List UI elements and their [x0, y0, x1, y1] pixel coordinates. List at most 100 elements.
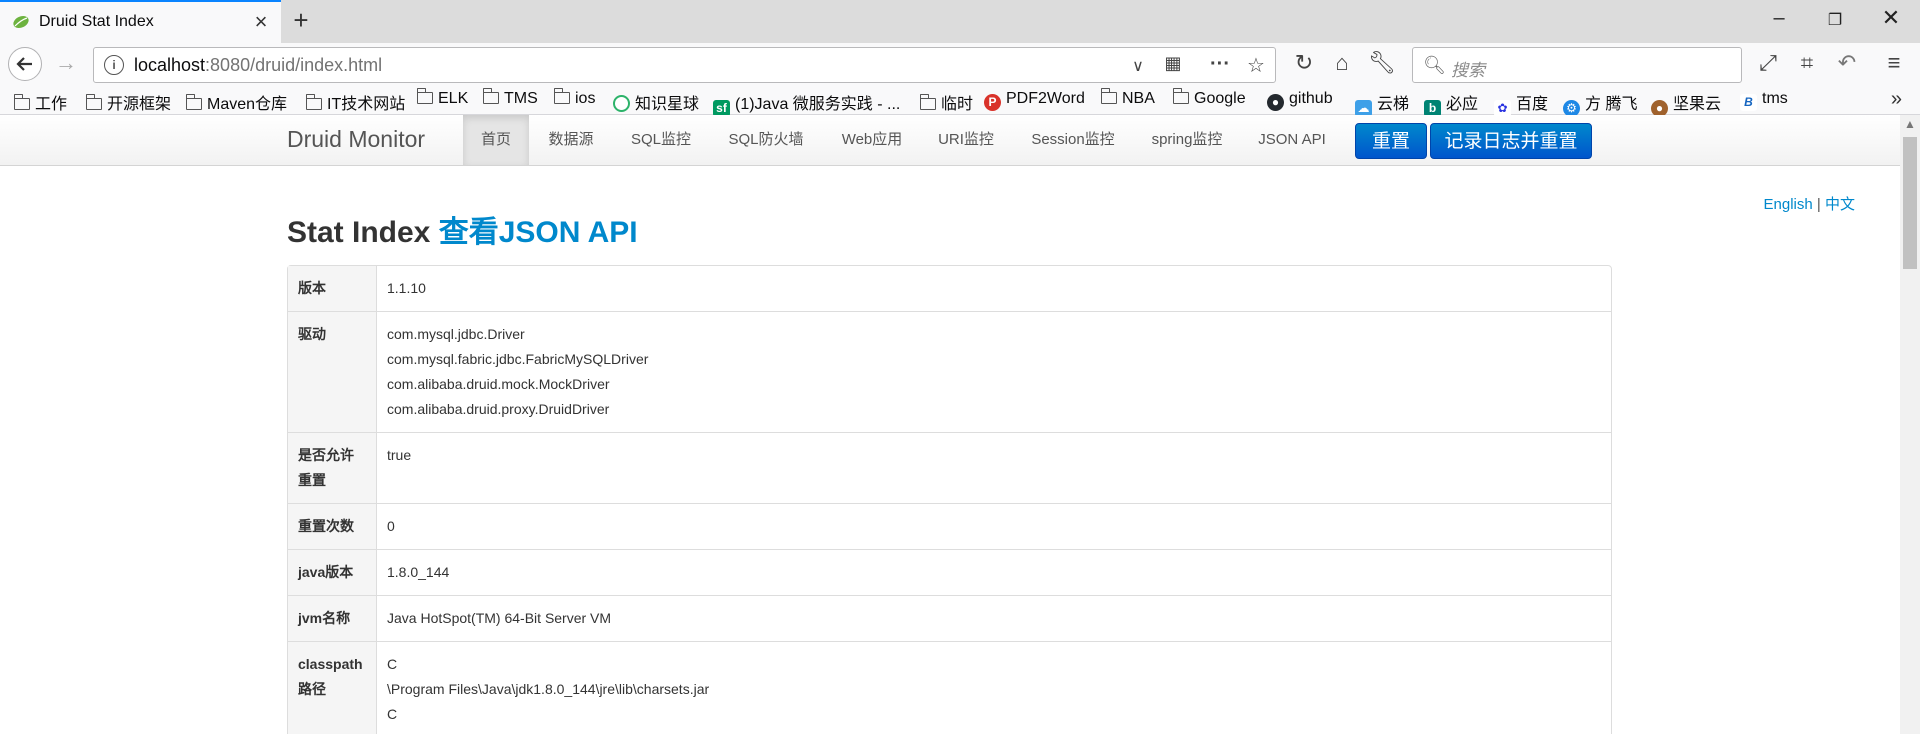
row-key: 重置次数 — [288, 503, 377, 549]
bookmark-item[interactable]: NBA — [1100, 88, 1155, 108]
table-row: 版本 1.1.10 — [288, 266, 1611, 311]
row-value: Java HotSpot(TM) 64-Bit Server VM — [377, 595, 1611, 641]
browser-tab[interactable]: Druid Stat Index × — [0, 0, 281, 43]
folder-icon — [919, 94, 936, 110]
forward-arrow-icon[interactable]: → — [52, 50, 80, 76]
row-value: com.mysql.jdbc.Driver com.mysql.fabric.j… — [377, 311, 1611, 432]
nav-item-datasource[interactable]: 数据源 — [535, 115, 607, 165]
reset-button[interactable]: 重置 — [1355, 123, 1427, 159]
scroll-up-arrow-icon[interactable]: ▲ — [1900, 117, 1920, 131]
nav-item-web-app[interactable]: Web应用 — [828, 115, 916, 165]
reload-icon[interactable]: ↻ — [1290, 50, 1318, 76]
bookmark-item[interactable]: Btms — [1740, 90, 1788, 111]
row-key: java版本 — [288, 549, 377, 595]
crop-icon[interactable]: ⌗ — [1793, 50, 1821, 76]
navigation-toolbar: → i localhost:8080/druid/index.html ∨ ▦ … — [0, 43, 1920, 86]
folder-icon — [13, 94, 30, 110]
restore-icon[interactable]: ❐ — [1812, 10, 1858, 30]
fullscreen-icon[interactable]: ⤢ — [1754, 50, 1782, 76]
nav-item-uri-monitor[interactable]: URI监控 — [927, 115, 1005, 165]
bookmark-item[interactable]: ☁ 云梯 — [1355, 90, 1409, 117]
nav-item-json-api[interactable]: JSON API — [1250, 115, 1334, 165]
table-row: 是否允许重置 true — [288, 432, 1611, 503]
url-text[interactable]: localhost:8080/druid/index.html — [134, 55, 382, 76]
folder-icon — [305, 94, 322, 110]
search-icon: 🔍︎ — [1423, 55, 1446, 75]
log-and-reset-button[interactable]: 记录日志并重置 — [1430, 123, 1592, 159]
row-key: 版本 — [288, 266, 377, 311]
row-value: 0 — [377, 503, 1611, 549]
minimize-icon[interactable]: – — [1756, 7, 1802, 30]
chevron-double-right-icon[interactable]: » — [1891, 88, 1902, 111]
dropdown-chevron-icon[interactable]: ∨ — [1124, 56, 1152, 76]
bookmark-item[interactable]: 临时 — [919, 90, 973, 114]
lang-separator: | — [1816, 196, 1821, 213]
more-actions-icon[interactable]: ··· — [1206, 53, 1234, 76]
zsxq-icon — [613, 95, 630, 112]
hamburger-menu-icon[interactable]: ≡ — [1880, 50, 1908, 76]
bookmark-item[interactable]: TMS — [482, 88, 538, 108]
bookmark-item[interactable]: IT技术网站 — [305, 90, 405, 114]
wrench-icon[interactable]: 🔧︎ — [1368, 50, 1396, 76]
json-api-link[interactable]: 查看JSON API — [439, 216, 638, 249]
bookmark-item[interactable]: 知识星球 — [613, 90, 699, 114]
tms-b-icon: B — [1740, 94, 1757, 111]
home-icon[interactable]: ⌂ — [1328, 50, 1356, 76]
page-title-text: Stat Index — [287, 216, 431, 249]
new-tab-icon[interactable]: + — [286, 5, 316, 36]
folder-icon — [85, 94, 102, 110]
bookmarks-toolbar: 工作 开源框架 Maven仓库 IT技术网站 ELK TMS ios 知识星球 … — [0, 86, 1920, 117]
url-bar[interactable]: i localhost:8080/druid/index.html ∨ ▦ ··… — [93, 47, 1276, 83]
bookmark-item[interactable]: ● 坚果云 — [1651, 90, 1721, 117]
bookmark-item[interactable]: 开源框架 — [85, 90, 171, 114]
spring-leaf-icon — [13, 15, 29, 29]
tab-title: Druid Stat Index — [39, 13, 154, 30]
lang-english-link[interactable]: English — [1764, 196, 1813, 213]
lang-chinese-link[interactable]: 中文 — [1825, 196, 1855, 213]
folder-icon — [185, 94, 202, 110]
bookmark-item[interactable]: Google — [1172, 88, 1246, 108]
folder-icon — [1100, 88, 1117, 104]
folder-icon — [416, 88, 433, 104]
bookmark-item[interactable]: ios — [553, 88, 595, 108]
folder-icon — [1172, 88, 1189, 104]
bookmark-item[interactable]: ✿ 百度 — [1494, 90, 1548, 117]
table-row: 驱动 com.mysql.jdbc.Driver com.mysql.fabri… — [288, 311, 1611, 432]
brand-logo[interactable]: Druid Monitor — [287, 126, 425, 153]
row-key: 驱动 — [288, 311, 377, 432]
bookmark-item[interactable]: ● github — [1267, 90, 1333, 111]
nav-item-spring-monitor[interactable]: spring监控 — [1142, 115, 1232, 165]
druid-navbar: Druid Monitor 首页 数据源 SQL监控 SQL防火墙 Web应用 … — [0, 115, 1900, 166]
tab-strip: Druid Stat Index × + – ❐ ✕ — [0, 0, 1920, 44]
site-info-icon[interactable]: i — [104, 55, 124, 75]
nav-item-sql-monitor[interactable]: SQL监控 — [618, 115, 704, 165]
close-tab-icon[interactable]: × — [250, 9, 272, 35]
row-value: 1.8.0_144 — [377, 549, 1611, 595]
folder-icon — [482, 88, 499, 104]
bookmark-item[interactable]: 工作 — [13, 90, 67, 114]
nav-item-session-monitor[interactable]: Session监控 — [1022, 115, 1124, 165]
window-close-icon[interactable]: ✕ — [1868, 5, 1914, 31]
search-bar[interactable]: 🔍︎ 搜索 — [1412, 47, 1742, 83]
bookmark-item[interactable]: P PDF2Word — [984, 90, 1085, 111]
bookmark-item[interactable]: ⚙ 方 腾飞 — [1563, 90, 1637, 117]
nav-item-home[interactable]: 首页 — [463, 115, 529, 165]
qr-code-icon[interactable]: ▦ — [1159, 53, 1187, 74]
bookmark-item[interactable]: ELK — [416, 88, 468, 108]
table-row: 重置次数 0 — [288, 503, 1611, 549]
page-viewport: Druid Monitor 首页 数据源 SQL监控 SQL防火墙 Web应用 … — [0, 115, 1900, 734]
pdf2word-icon: P — [984, 94, 1001, 111]
undo-icon[interactable]: ↶ — [1833, 50, 1861, 76]
table-row: java版本 1.8.0_144 — [288, 549, 1611, 595]
page-title: Stat Index 查看JSON API — [287, 207, 638, 251]
vertical-scrollbar[interactable]: ▲ — [1900, 115, 1920, 734]
bookmark-item[interactable]: sf (1)Java 微服务实践 - ... — [713, 90, 900, 117]
scrollbar-thumb[interactable] — [1903, 137, 1917, 269]
bookmark-star-icon[interactable]: ☆ — [1242, 53, 1270, 78]
github-icon: ● — [1267, 94, 1284, 111]
back-button[interactable] — [8, 47, 42, 81]
nav-item-sql-firewall[interactable]: SQL防火墙 — [715, 115, 817, 165]
bookmark-item[interactable]: b 必应 — [1424, 90, 1478, 117]
stat-table: 版本 1.1.10 驱动 com.mysql.jdbc.Driver com.m… — [287, 265, 1612, 734]
bookmark-item[interactable]: Maven仓库 — [185, 90, 287, 114]
